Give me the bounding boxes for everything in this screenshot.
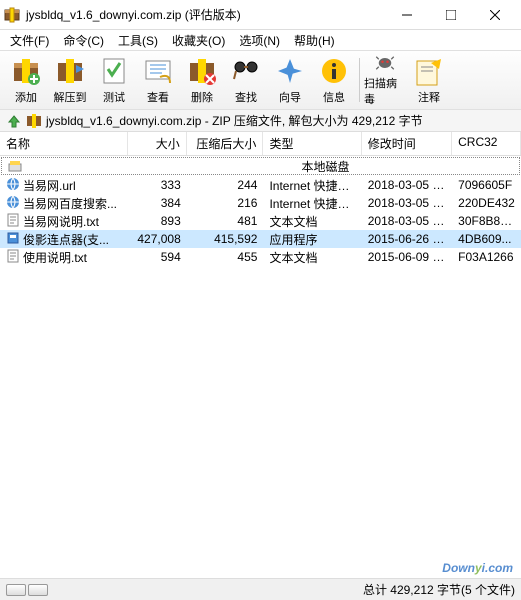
file-icon [6, 231, 20, 248]
file-type: 应用程序 [263, 230, 361, 249]
col-packed[interactable]: 压缩后大小 [187, 132, 264, 155]
file-crc: 4DB609... [452, 231, 521, 247]
extract-icon [54, 55, 86, 87]
scan-button[interactable]: 扫描病毒 [363, 52, 407, 108]
file-type: 文本文档 [263, 248, 361, 267]
info-icon [318, 55, 350, 87]
file-icon [6, 177, 20, 194]
column-headers: 名称 大小 压缩后大小 类型 修改时间 CRC32 [0, 132, 521, 156]
file-list[interactable]: 名称 大小 压缩后大小 类型 修改时间 CRC32 本地磁盘 当易网.url 33… [0, 132, 521, 570]
file-size: 384 [128, 195, 187, 211]
comment-icon [413, 55, 445, 87]
drive-row[interactable]: 本地磁盘 [1, 157, 520, 175]
menu-help[interactable]: 帮助(H) [288, 30, 341, 51]
file-row[interactable]: 使用说明.txt 594455文本文档2015-06-09 1...F03A126… [0, 248, 521, 266]
scan-icon [369, 53, 401, 73]
maximize-button[interactable] [429, 1, 473, 29]
toolbar: 添加 解压到 测试 查看 删除 查找 向导 信息 扫描病毒 注释 [0, 50, 521, 110]
find-icon [230, 55, 262, 87]
file-name: 当易网.url [23, 177, 76, 194]
app-icon [4, 7, 20, 23]
file-crc: 220DE432 [452, 195, 521, 211]
file-row[interactable]: 当易网说明.txt 893481文本文档2018-03-05 1...30F8B8… [0, 212, 521, 230]
test-icon [98, 55, 130, 87]
file-icon [6, 213, 20, 230]
test-button[interactable]: 测试 [92, 52, 136, 108]
file-date: 2015-06-09 1... [362, 249, 452, 265]
path-bar: jysbldq_v1.6_downyi.com.zip - ZIP 压缩文件, … [0, 110, 521, 132]
col-size[interactable]: 大小 [128, 132, 187, 155]
file-packed: 216 [187, 195, 264, 211]
close-button[interactable] [473, 1, 517, 29]
file-icon [6, 249, 20, 266]
delete-icon [186, 55, 218, 87]
status-bar: 总计 429,212 字节(5 个文件) [0, 578, 521, 600]
menu-tools[interactable]: 工具(S) [112, 30, 164, 51]
file-name: 当易网说明.txt [23, 213, 99, 230]
add-button[interactable]: 添加 [4, 52, 48, 108]
file-row[interactable]: 当易网百度搜索... 384216Internet 快捷方式2018-03-05 … [0, 194, 521, 212]
file-type: Internet 快捷方式 [263, 194, 361, 213]
drive-icon [8, 159, 22, 173]
col-name[interactable]: 名称 [0, 132, 128, 155]
extract-button[interactable]: 解压到 [48, 52, 92, 108]
up-icon[interactable] [6, 113, 22, 129]
add-icon [10, 55, 42, 87]
minimize-button[interactable] [385, 1, 429, 29]
col-crc[interactable]: CRC32 [452, 132, 521, 155]
file-packed: 455 [187, 249, 264, 265]
menu-commands[interactable]: 命令(C) [57, 30, 110, 51]
toolbar-separator [359, 58, 360, 102]
menu-bar: 文件(F) 命令(C) 工具(S) 收藏夹(O) 选项(N) 帮助(H) [0, 30, 521, 50]
file-date: 2015-06-26 1... [362, 231, 452, 247]
status-summary: 总计 429,212 字节(5 个文件) [363, 581, 515, 598]
comment-button[interactable]: 注释 [407, 52, 451, 108]
file-date: 2018-03-05 1... [362, 213, 452, 229]
file-packed: 481 [187, 213, 264, 229]
file-packed: 244 [187, 177, 264, 193]
file-name: 使用说明.txt [23, 249, 87, 266]
col-type[interactable]: 类型 [263, 132, 361, 155]
file-size: 427,008 [128, 231, 187, 247]
menu-file[interactable]: 文件(F) [4, 30, 55, 51]
delete-button[interactable]: 删除 [180, 52, 224, 108]
title-bar: jysbldq_v1.6_downyi.com.zip (评估版本) [0, 0, 521, 30]
file-icon [6, 195, 20, 212]
window-title: jysbldq_v1.6_downyi.com.zip (评估版本) [26, 6, 385, 23]
file-packed: 415,592 [187, 231, 264, 247]
file-name: 俊影连点器(支... [23, 231, 109, 248]
wizard-icon [274, 55, 306, 87]
info-button[interactable]: 信息 [312, 52, 356, 108]
file-size: 333 [128, 177, 187, 193]
view-button[interactable]: 查看 [136, 52, 180, 108]
menu-favorites[interactable]: 收藏夹(O) [166, 30, 231, 51]
find-button[interactable]: 查找 [224, 52, 268, 108]
file-row[interactable]: 俊影连点器(支... 427,008415,592应用程序2015-06-26 1… [0, 230, 521, 248]
file-size: 893 [128, 213, 187, 229]
file-type: Internet 快捷方式 [263, 176, 361, 195]
file-name: 当易网百度搜索... [23, 195, 117, 212]
status-keys [6, 584, 48, 596]
file-type: 文本文档 [263, 212, 361, 231]
file-crc: 7096605F [452, 177, 521, 193]
key-indicator [28, 584, 48, 596]
file-crc: 30F8B88C [452, 213, 521, 229]
file-crc: F03A1266 [452, 249, 521, 265]
col-modified[interactable]: 修改时间 [362, 132, 452, 155]
file-date: 2018-03-05 1... [362, 177, 452, 193]
menu-options[interactable]: 选项(N) [233, 30, 286, 51]
wizard-button[interactable]: 向导 [268, 52, 312, 108]
file-row[interactable]: 当易网.url 333244Internet 快捷方式2018-03-05 1..… [0, 176, 521, 194]
file-size: 594 [128, 249, 187, 265]
path-text: jysbldq_v1.6_downyi.com.zip - ZIP 压缩文件, … [46, 112, 423, 129]
file-date: 2018-03-05 1... [362, 195, 452, 211]
key-indicator [6, 584, 26, 596]
archive-icon [26, 113, 42, 129]
view-icon [142, 55, 174, 87]
